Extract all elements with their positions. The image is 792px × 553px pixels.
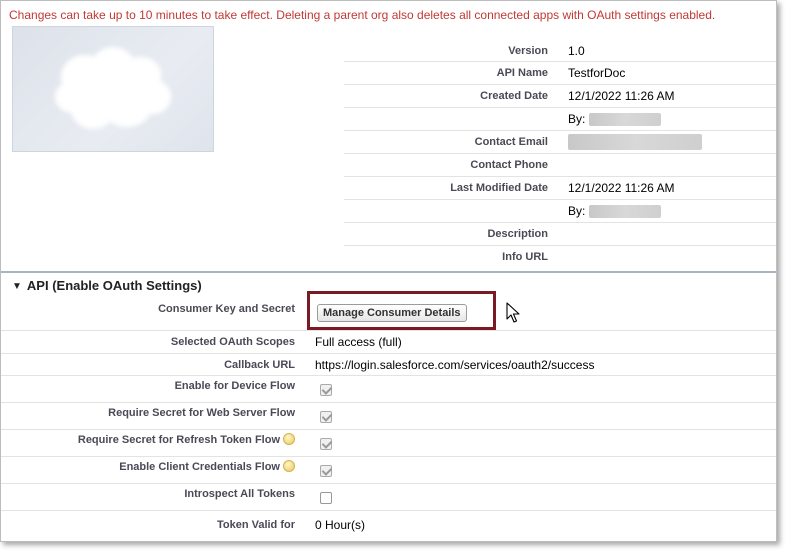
refresh-token-flow-row: Require Secret for Refresh Token Flow [1,430,776,457]
device-flow-label: Enable for Device Flow [174,380,295,392]
info-bubble-icon[interactable] [283,460,295,473]
detail-row-created-date: Created Date 12/1/2022 11:26 AM [344,85,776,108]
introspect-tokens-row: Introspect All Tokens [1,484,776,511]
app-details-table: Version 1.0 API Name TestforDoc Created … [344,40,776,267]
info-bubble-icon[interactable] [283,433,295,446]
callback-url-value: https://login.salesforce.com/services/oa… [315,357,595,372]
contact-phone-label: Contact Phone [470,159,548,171]
info-url-label: Info URL [502,250,548,263]
callback-url-label: Callback URL [224,358,295,371]
version-label: Version [508,44,548,57]
device-flow-row: Enable for Device Flow [1,376,776,403]
api-name-label: API Name [496,67,548,79]
detail-row-version: Version 1.0 [344,40,776,62]
device-flow-checkbox[interactable] [320,384,332,396]
detail-row-api-name: API Name TestforDoc [344,62,776,85]
web-server-flow-checkbox[interactable] [320,411,332,423]
client-credentials-flow-checkbox[interactable] [320,465,332,477]
modified-by-value: By: [568,204,662,218]
detail-row-description: Description [344,223,776,246]
redacted-user-name [589,112,662,126]
api-name-value: TestforDoc [568,66,626,80]
detail-row-contact-phone: Contact Phone [344,154,776,177]
token-valid-value: 0 Hour(s) [315,517,366,532]
introspect-tokens-label: Introspect All Tokens [184,488,295,500]
client-credentials-flow-label-text: Enable Client Credentials Flow [119,461,280,473]
refresh-token-flow-label-text: Require Secret for Refresh Token Flow [77,434,280,446]
contact-email-value [568,134,702,150]
oauth-section-title: API (Enable OAuth Settings) [26,278,202,293]
introspect-tokens-value [301,488,332,504]
web-server-flow-row: Require Secret for Web Server Flow [1,403,776,430]
client-credentials-flow-value [301,461,332,477]
app-detail-frame: Changes can take up to 10 minutes to tak… [0,0,777,542]
salesforce-cloud-logo-icon [55,47,171,129]
callback-url-row: Callback URL https://login.salesforce.co… [1,354,776,376]
token-valid-row: Token Valid for 0 Hour(s) [1,511,776,538]
last-modified-label: Last Modified Date [450,182,548,194]
modified-by-prefix: By: [568,204,586,218]
collapse-triangle-icon[interactable]: ▼ [12,281,22,292]
token-valid-label: Token Valid for [216,518,295,531]
oauth-section-header[interactable]: ▼ API (Enable OAuth Settings) [12,278,202,293]
redacted-email [568,134,702,150]
app-logo [12,26,214,152]
created-by-prefix: By: [568,112,586,126]
detail-row-contact-email: Contact Email [344,131,776,154]
oauth-settings-table: Consumer Key and Secret Manage Consumer … [1,298,776,538]
detail-row-modified-by: By: [344,200,776,223]
client-credentials-flow-row: Enable Client Credentials Flow [1,457,776,484]
detail-row-info-url: Info URL [344,246,776,267]
version-value: 1.0 [568,43,585,58]
detail-row-created-by: By: [344,108,776,131]
created-date-value: 12/1/2022 11:26 AM [568,89,675,103]
web-server-flow-label: Require Secret for Web Server Flow [108,407,295,419]
last-modified-value: 12/1/2022 11:26 AM [568,181,675,195]
refresh-token-flow-checkbox[interactable] [320,438,332,450]
device-flow-value [301,380,332,396]
warning-message: Changes can take up to 10 minutes to tak… [9,8,716,22]
redacted-user-name [589,204,662,218]
detail-row-last-modified: Last Modified Date 12/1/2022 11:26 AM [344,177,776,200]
created-by-value: By: [568,112,662,126]
section-divider [1,271,776,273]
oauth-scopes-label: Selected OAuth Scopes [170,336,295,348]
contact-email-label: Contact Email [474,136,548,148]
refresh-token-flow-label: Require Secret for Refresh Token Flow [1,433,301,446]
mouse-pointer-icon [506,302,520,323]
created-date-label: Created Date [480,90,548,102]
introspect-tokens-checkbox[interactable] [320,492,332,504]
refresh-token-flow-value [301,434,332,450]
web-server-flow-value [301,407,332,423]
oauth-scopes-value: Full access (full) [315,335,402,349]
highlight-box [307,291,496,330]
consumer-key-label: Consumer Key and Secret [158,303,295,315]
description-label: Description [487,228,548,240]
client-credentials-flow-label: Enable Client Credentials Flow [1,460,301,473]
oauth-scopes-row: Selected OAuth Scopes Full access (full) [1,331,776,354]
